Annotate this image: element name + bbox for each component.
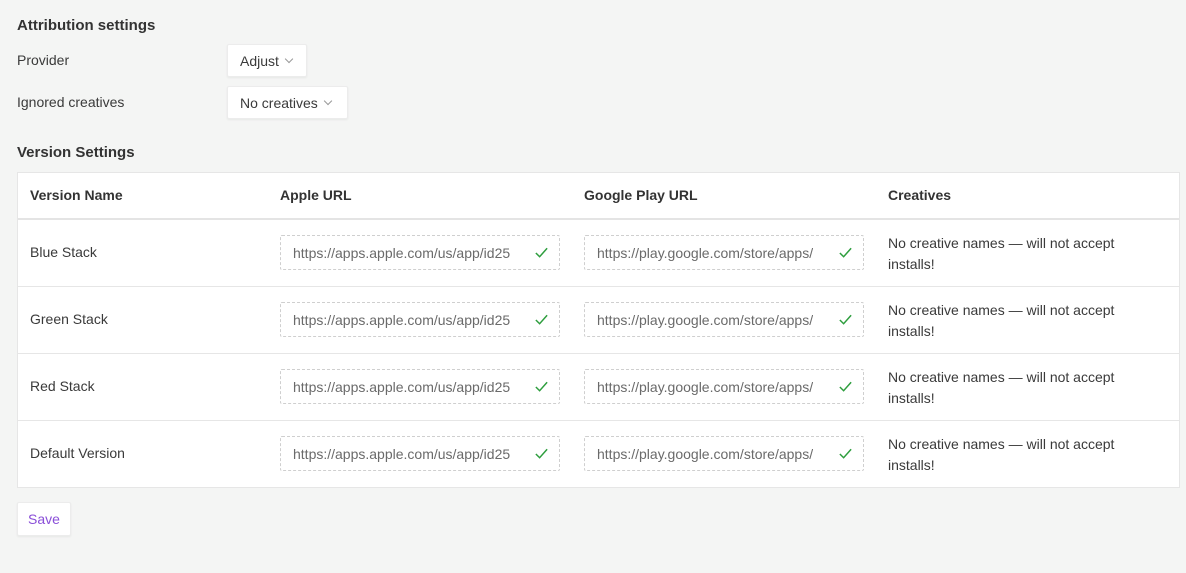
check-icon [839,314,852,325]
google-play-url-input[interactable]: https://play.google.com/store/apps/ [584,302,864,337]
creatives-status: No creative names — will not accept inst… [888,436,1115,473]
column-header-apple-url: Apple URL [280,187,352,203]
version-name: Green Stack [30,311,108,327]
google-play-url-value: https://play.google.com/store/apps/ [597,445,814,462]
google-play-url-input[interactable]: https://play.google.com/store/apps/ [584,436,864,471]
creatives-status: No creative names — will not accept inst… [888,235,1115,272]
provider-value: Adjust [240,52,279,69]
table-row: Green Stack https://apps.apple.com/us/ap… [18,287,1179,354]
provider-dropdown[interactable]: Adjust [227,44,307,77]
table-header: Version Name Apple URL Google Play URL C… [18,173,1179,220]
version-name: Blue Stack [30,244,97,260]
save-button[interactable]: Save [17,502,71,536]
apple-url-input[interactable]: https://apps.apple.com/us/app/id25 [280,235,560,270]
google-play-url-value: https://play.google.com/store/apps/ [597,244,814,261]
table-row: Red Stack https://apps.apple.com/us/app/… [18,354,1179,421]
ignored-creatives-dropdown[interactable]: No creatives [227,86,348,119]
check-icon [839,448,852,459]
ignored-creatives-value: No creatives [240,94,318,111]
check-icon [535,381,548,392]
version-settings-title: Version Settings [17,144,135,161]
version-settings-table: Version Name Apple URL Google Play URL C… [17,172,1180,488]
apple-url-value: https://apps.apple.com/us/app/id25 [293,244,511,261]
google-play-url-value: https://play.google.com/store/apps/ [597,378,814,395]
table-row: Default Version https://apps.apple.com/u… [18,421,1179,488]
creatives-status: No creative names — will not accept inst… [888,302,1115,339]
provider-label: Provider [17,52,70,68]
chevron-down-icon [284,54,294,63]
chevron-down-icon [323,96,333,105]
version-name: Default Version [30,445,125,461]
apple-url-value: https://apps.apple.com/us/app/id25 [293,311,511,328]
column-header-google-play-url: Google Play URL [584,187,698,203]
check-icon [535,314,548,325]
apple-url-value: https://apps.apple.com/us/app/id25 [293,445,511,462]
version-name: Red Stack [30,378,95,394]
google-play-url-value: https://play.google.com/store/apps/ [597,311,814,328]
apple-url-input[interactable]: https://apps.apple.com/us/app/id25 [280,369,560,404]
column-header-creatives: Creatives [888,187,952,203]
ignored-creatives-label: Ignored creatives [17,94,125,110]
check-icon [535,247,548,258]
google-play-url-input[interactable]: https://play.google.com/store/apps/ [584,235,864,270]
apple-url-input[interactable]: https://apps.apple.com/us/app/id25 [280,436,560,471]
google-play-url-input[interactable]: https://play.google.com/store/apps/ [584,369,864,404]
column-header-version-name: Version Name [30,187,123,203]
table-row: Blue Stack https://apps.apple.com/us/app… [18,220,1179,287]
check-icon [839,381,852,392]
creatives-status: No creative names — will not accept inst… [888,369,1115,406]
attribution-settings-title: Attribution settings [17,17,156,34]
apple-url-value: https://apps.apple.com/us/app/id25 [293,378,511,395]
check-icon [535,448,548,459]
check-icon [839,247,852,258]
apple-url-input[interactable]: https://apps.apple.com/us/app/id25 [280,302,560,337]
